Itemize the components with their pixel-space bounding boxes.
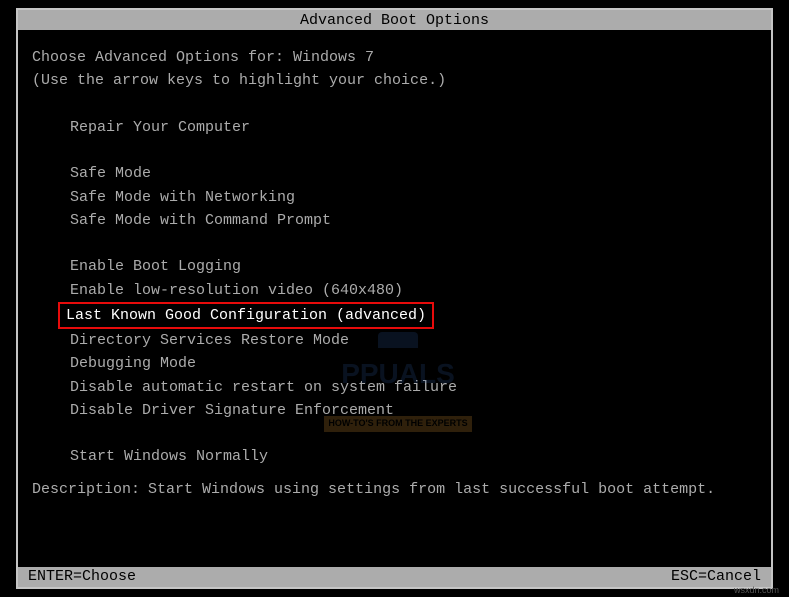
intro-line-1: Choose Advanced Options for: Windows 7	[32, 46, 757, 69]
status-esc: ESC=Cancel	[671, 567, 761, 587]
option-low-resolution-video[interactable]: Enable low-resolution video (640x480)	[70, 279, 403, 302]
window-title: Advanced Boot Options	[18, 10, 771, 32]
option-safe-mode[interactable]: Safe Mode	[70, 162, 151, 185]
spacer	[32, 422, 757, 445]
option-enable-boot-logging[interactable]: Enable Boot Logging	[70, 255, 241, 278]
intro-prefix: Choose Advanced Options for:	[32, 49, 293, 66]
boot-options-window: Advanced Boot Options Choose Advanced Op…	[16, 8, 773, 589]
option-repair-computer[interactable]: Repair Your Computer	[70, 116, 250, 139]
option-debugging-mode[interactable]: Debugging Mode	[70, 352, 196, 375]
status-bar: ENTER=Choose ESC=Cancel	[18, 567, 771, 587]
description-row: Description: Start Windows using setting…	[32, 478, 757, 501]
option-directory-services-restore[interactable]: Directory Services Restore Mode	[70, 329, 349, 352]
spacer	[32, 232, 757, 255]
intro-os: Windows 7	[293, 49, 374, 66]
intro-line-2: (Use the arrow keys to highlight your ch…	[32, 69, 757, 92]
spacer	[32, 93, 757, 116]
option-safe-mode-command-prompt[interactable]: Safe Mode with Command Prompt	[70, 209, 331, 232]
spacer	[32, 139, 757, 162]
option-last-known-good-configuration[interactable]: Last Known Good Configuration (advanced)	[58, 302, 434, 329]
content-area: Choose Advanced Options for: Windows 7 (…	[18, 32, 771, 567]
source-tag: wsxdn.com	[734, 585, 779, 595]
option-safe-mode-networking[interactable]: Safe Mode with Networking	[70, 186, 295, 209]
option-start-windows-normally[interactable]: Start Windows Normally	[70, 445, 268, 468]
status-enter: ENTER=Choose	[28, 567, 136, 587]
description-label: Description:	[32, 478, 148, 501]
option-disable-driver-signature[interactable]: Disable Driver Signature Enforcement	[70, 399, 394, 422]
description-text: Start Windows using settings from last s…	[148, 478, 757, 501]
option-disable-auto-restart[interactable]: Disable automatic restart on system fail…	[70, 376, 457, 399]
